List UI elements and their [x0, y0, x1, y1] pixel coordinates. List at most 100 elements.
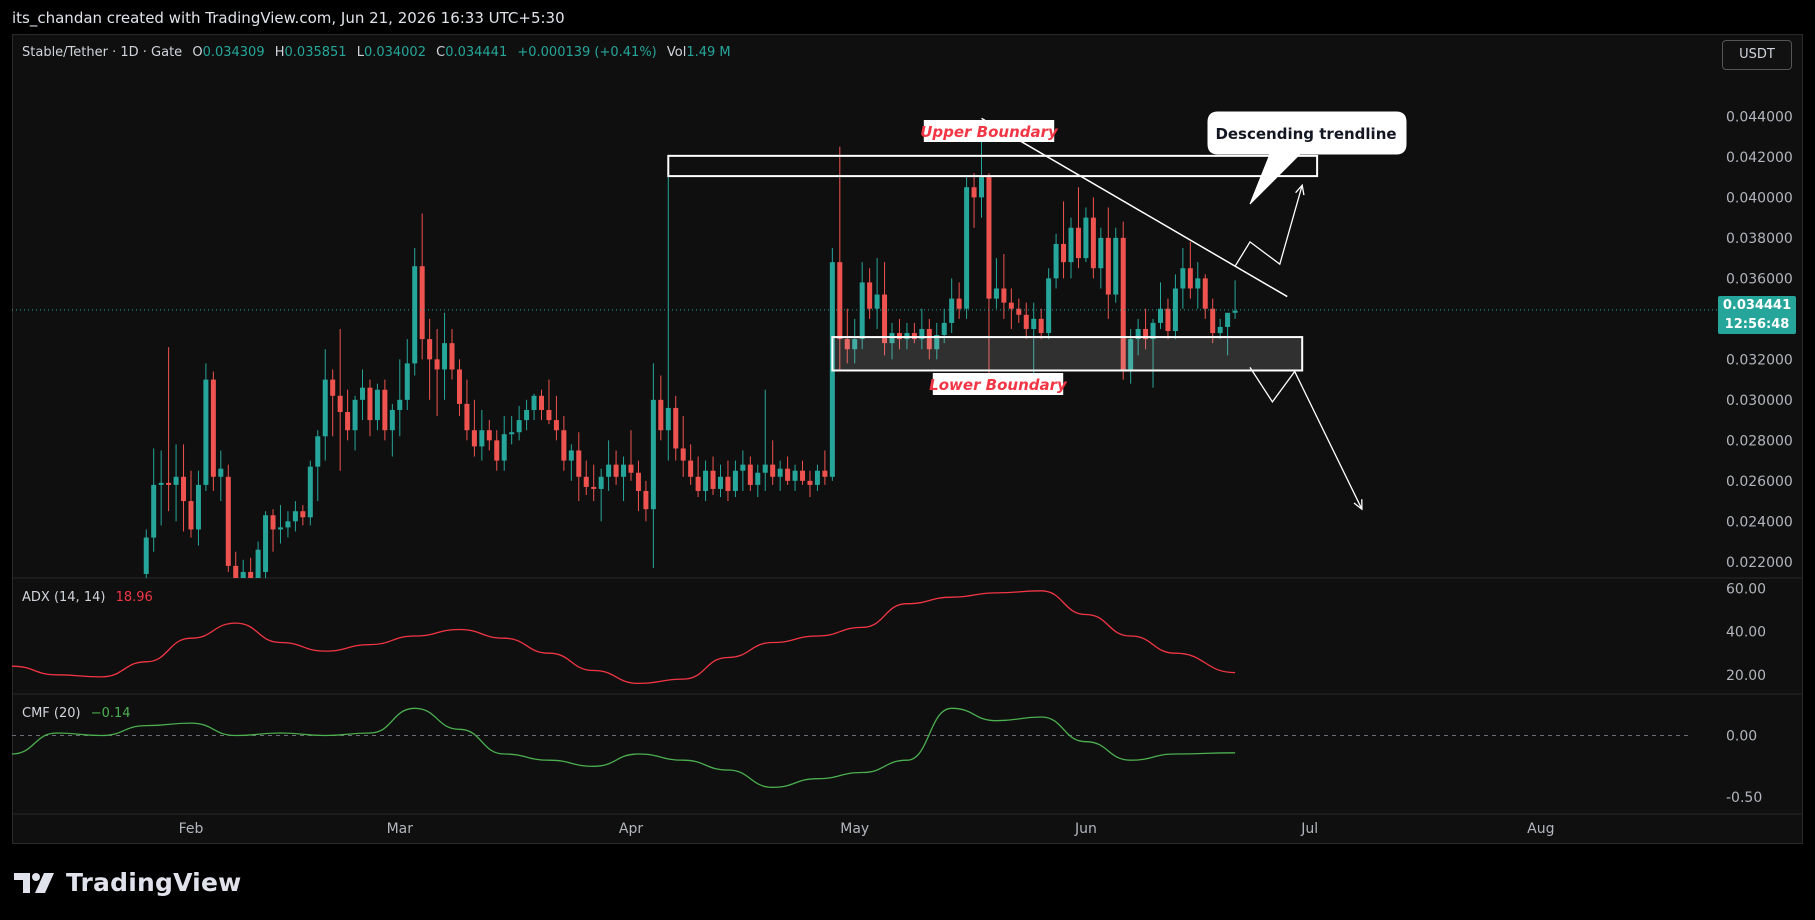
- candle: [673, 395, 679, 461]
- candle: [1038, 308, 1044, 340]
- candle-body: [1225, 312, 1231, 327]
- candle: [412, 247, 418, 376]
- candle-body: [471, 430, 477, 447]
- candle-body: [330, 379, 336, 396]
- time-tick-feb: Feb: [179, 821, 204, 837]
- candle-body: [539, 395, 545, 410]
- candle: [807, 470, 813, 498]
- candle-body: [1031, 318, 1037, 329]
- candle: [225, 464, 231, 572]
- candle: [956, 282, 962, 319]
- candle-body: [1098, 237, 1104, 269]
- candle: [1090, 197, 1096, 279]
- price-tick-label: 0.028000: [1726, 433, 1793, 449]
- candle: [1217, 318, 1223, 340]
- candle-body: [322, 379, 328, 437]
- candle: [971, 173, 977, 228]
- candle-body: [725, 476, 731, 491]
- candle-body: [382, 389, 388, 431]
- candle-body: [270, 515, 276, 530]
- candle: [240, 559, 246, 578]
- candle-body: [755, 472, 761, 485]
- candle-body: [986, 177, 992, 299]
- price-tick-label: 0.030000: [1726, 393, 1793, 409]
- candle-body: [598, 476, 604, 489]
- candle-body: [792, 470, 798, 481]
- cmf-tick-label: 0.00: [1726, 728, 1757, 744]
- candle: [1075, 187, 1081, 269]
- candle-body: [307, 466, 313, 518]
- candle: [270, 509, 276, 552]
- open-label: O: [192, 45, 203, 60]
- candle-body: [442, 343, 448, 370]
- tradingview-logo[interactable]: TradingView: [14, 868, 241, 897]
- candle-body: [1053, 243, 1059, 279]
- candle: [1053, 233, 1059, 289]
- candle: [427, 318, 433, 400]
- candle: [576, 432, 582, 502]
- candle: [1016, 298, 1022, 323]
- candle-body: [673, 407, 679, 449]
- candle: [173, 444, 179, 522]
- adx-tick-label: 60.00: [1726, 582, 1766, 598]
- candle-body: [576, 450, 582, 477]
- candle-body: [993, 288, 999, 299]
- high-label: H: [274, 45, 285, 60]
- candle-body: [427, 339, 433, 360]
- candle-body: [695, 476, 701, 491]
- candle-body: [583, 476, 589, 487]
- candle-body: [263, 515, 269, 572]
- candle-body: [874, 294, 880, 309]
- candle: [1001, 254, 1007, 319]
- last-price-tag: 0.034441 12:56:48: [1718, 296, 1796, 334]
- candle-body: [1217, 326, 1223, 334]
- candle-body: [173, 476, 179, 485]
- candle: [949, 278, 955, 334]
- chart-canvas[interactable]: 0.044000 0.042000 0.040000 0.038000 0.036000…: [0, 0, 1815, 920]
- candle: [434, 328, 440, 417]
- adx-legend[interactable]: ADX (14, 14) 18.96: [22, 590, 153, 605]
- candle-body: [747, 464, 753, 485]
- candle-body: [658, 399, 664, 431]
- candle: [404, 339, 410, 410]
- candle-body: [285, 521, 291, 528]
- candle: [203, 363, 209, 491]
- candle: [218, 450, 224, 502]
- candle: [1187, 241, 1193, 299]
- candle: [464, 379, 470, 441]
- candle-body: [337, 395, 343, 412]
- candle-body: [1232, 310, 1238, 313]
- currency-button[interactable]: USDT: [1722, 40, 1792, 70]
- candle: [710, 456, 716, 496]
- price-tick-label: 0.024000: [1726, 514, 1793, 530]
- volume-label: Vol: [666, 45, 687, 60]
- candle: [867, 268, 873, 319]
- candle-body: [1187, 268, 1193, 289]
- candle: [777, 460, 783, 491]
- candle: [315, 430, 321, 502]
- candle-body: [240, 571, 246, 578]
- cmf-legend[interactable]: CMF (20) −0.14: [22, 706, 131, 721]
- cmf-label: CMF (20): [22, 706, 81, 721]
- candle-body: [703, 470, 709, 491]
- candle-body: [591, 486, 597, 489]
- candle-body: [389, 409, 395, 431]
- candle: [658, 375, 664, 441]
- low-value: 0.034002: [363, 45, 426, 60]
- candle: [837, 146, 843, 370]
- candle-body: [732, 470, 738, 491]
- upper-boundary-label: Upper Boundary: [920, 123, 1059, 141]
- candle: [1061, 201, 1067, 279]
- time-tick-jul: Jul: [1300, 821, 1318, 837]
- symbol-title[interactable]: Stable/Tether · 1D · Gate: [22, 45, 182, 60]
- lower-boundary-zone: [831, 336, 1304, 372]
- candle-body: [188, 501, 194, 530]
- candle: [1068, 217, 1074, 279]
- candle-body: [606, 464, 612, 477]
- high-value: 0.035851: [284, 45, 347, 60]
- adx-tick-label: 20.00: [1726, 668, 1766, 684]
- candle: [792, 464, 798, 491]
- candle: [277, 505, 283, 544]
- adx-value: 18.96: [115, 590, 153, 605]
- candle: [322, 349, 328, 461]
